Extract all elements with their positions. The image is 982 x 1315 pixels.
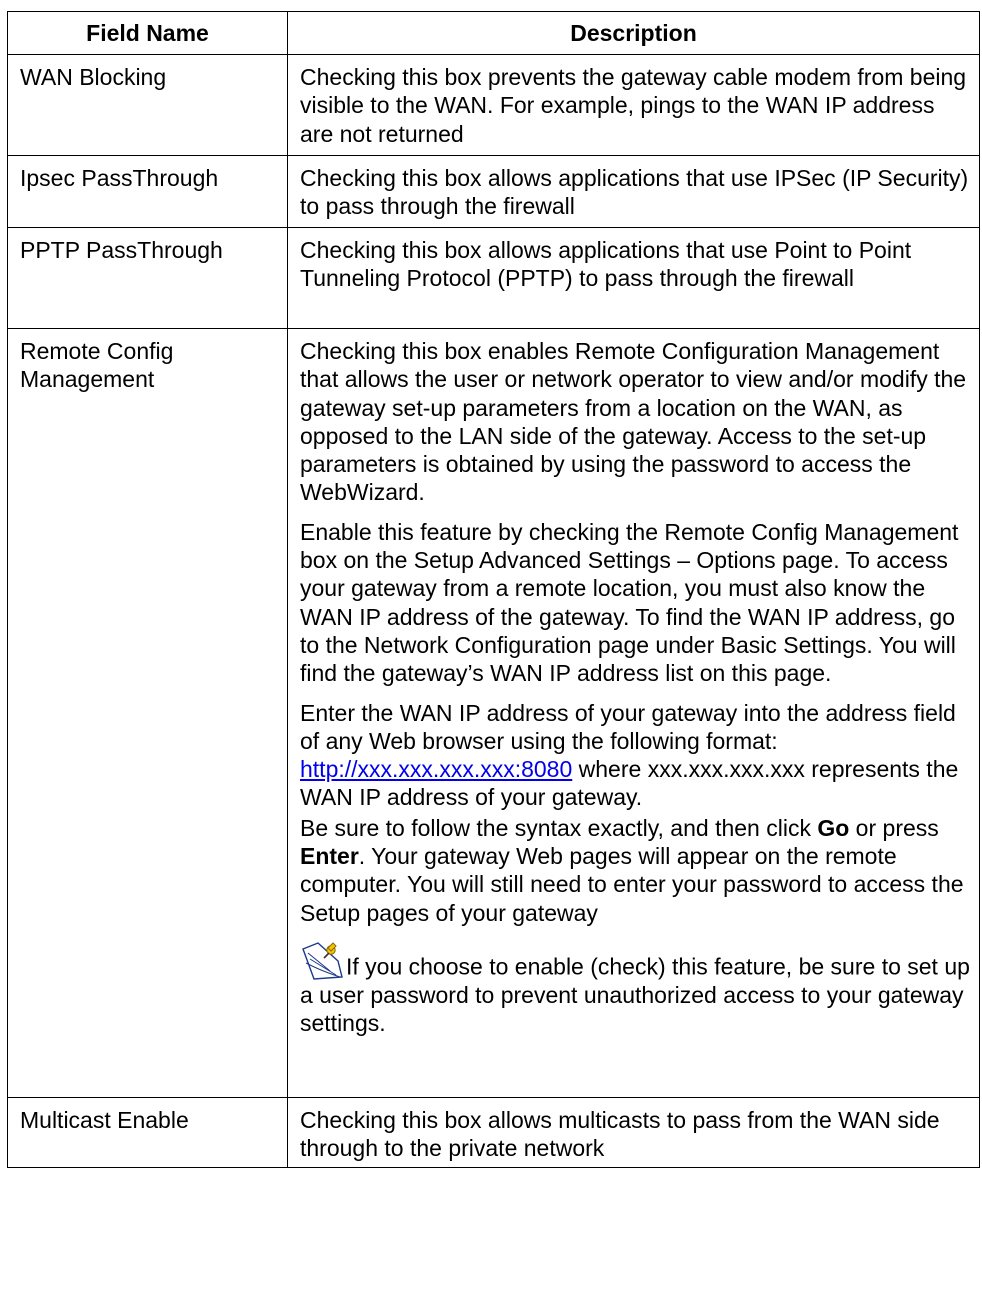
description-cell: Checking this box enables Remote Configu… [287, 328, 980, 1098]
field-name-header: Field Name [7, 11, 288, 55]
field-name-cell: Remote Config Management [7, 328, 288, 1098]
field-description-table: Field Name Description WAN Blocking Chec… [7, 11, 980, 1168]
note: If you choose to enable (check) this fea… [300, 941, 973, 1038]
enter-keyword: Enter [300, 843, 359, 870]
table-row: Remote Config Management Checking this b… [7, 328, 980, 1098]
table-row: PPTP PassThrough Checking this box allow… [7, 227, 980, 329]
table-row: WAN Blocking Checking this box prevents … [7, 54, 980, 156]
paragraph-text: . Your gateway Web pages will appear on … [300, 843, 964, 926]
go-keyword: Go [817, 814, 850, 841]
paragraph-text: or press [849, 814, 939, 841]
field-name-cell: Multicast Enable [7, 1097, 288, 1168]
table-header-row: Field Name Description [7, 11, 980, 55]
description-cell: Checking this box allows multicasts to p… [287, 1097, 980, 1168]
paragraph: Be sure to follow the syntax exactly, an… [300, 814, 973, 927]
paragraph-text: Enter the WAN IP address of your gateway… [300, 699, 956, 754]
field-name-cell: Ipsec PassThrough [7, 155, 288, 228]
description-cell: Checking this box prevents the gateway c… [287, 54, 980, 156]
paragraph-text: Be sure to follow the syntax exactly, an… [300, 814, 818, 841]
note-pin-icon [300, 941, 344, 981]
description-cell: Checking this box allows applications th… [287, 227, 980, 329]
note-text: If you choose to enable (check) this fea… [300, 953, 970, 1037]
paragraph: Enable this feature by checking the Remo… [300, 518, 959, 687]
description-cell: Checking this box allows applications th… [287, 155, 980, 228]
paragraph: Enter the WAN IP address of your gateway… [300, 699, 973, 812]
table-row: Ipsec PassThrough Checking this box allo… [7, 155, 980, 228]
table-row: Multicast Enable Checking this box allow… [7, 1097, 980, 1168]
field-name-cell: PPTP PassThrough [7, 227, 288, 329]
paragraph: Checking this box enables Remote Configu… [300, 338, 967, 506]
field-name-cell: WAN Blocking [7, 54, 288, 156]
description-header: Description [287, 11, 980, 55]
url-link[interactable]: http://xxx.xxx.xxx.xxx:8080 [300, 756, 572, 782]
